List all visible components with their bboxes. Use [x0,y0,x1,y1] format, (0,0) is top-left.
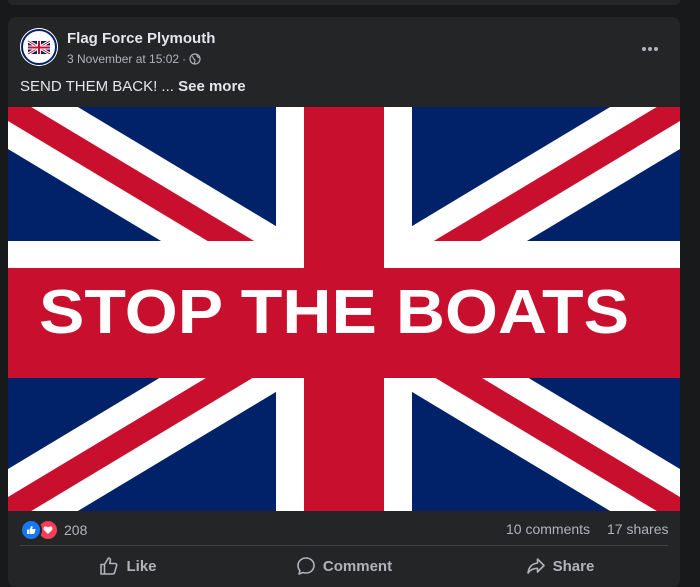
reaction-count: 208 [64,522,88,538]
like-label: Like [126,557,157,575]
more-options-icon [642,47,658,51]
comments-count-link[interactable]: 10 comments [506,521,590,537]
post-stats: 208 10 comments 17 shares [8,511,680,545]
post-card: Flag Force Plymouth 3 November at 15:02 … [8,17,680,587]
see-more-link[interactable]: See more [178,78,246,95]
share-arrow-icon [526,558,545,574]
post-header: Flag Force Plymouth 3 November at 15:02 … [8,17,680,72]
comment-button[interactable]: Comment [236,546,452,586]
shares-count-link[interactable]: 17 shares [607,521,668,537]
post-timestamp[interactable]: 3 November at 15:02 [67,52,179,66]
post-text: SEND THEM BACK! ... See more [20,78,246,95]
like-reaction-icon [20,519,42,541]
image-headline: STOP THE BOATS [39,278,629,347]
globe-icon [189,53,201,65]
post-meta: 3 November at 15:02 · [67,52,201,66]
avatar[interactable] [20,28,58,66]
union-flag-image: STOP THE BOATS [8,107,680,511]
thumbs-up-icon [100,557,118,575]
page-name-link[interactable]: Flag Force Plymouth [67,30,215,47]
comment-label: Comment [322,557,393,575]
post-actions: Like Comment Share [20,546,668,586]
comment-bubble-icon [297,557,315,575]
like-button[interactable]: Like [20,546,236,586]
previous-post-edge [8,0,680,5]
share-label: Share [552,557,595,575]
share-button[interactable]: Share [452,546,668,586]
post-image[interactable]: STOP THE BOATS [8,107,680,511]
reactions-summary[interactable]: 208 [20,519,87,541]
ellipsis: ... [157,78,179,95]
more-options-button[interactable] [632,31,668,67]
avatar-logo-icon [20,28,58,66]
post-message: SEND THEM BACK! [20,78,158,95]
meta-separator: · [182,52,187,66]
